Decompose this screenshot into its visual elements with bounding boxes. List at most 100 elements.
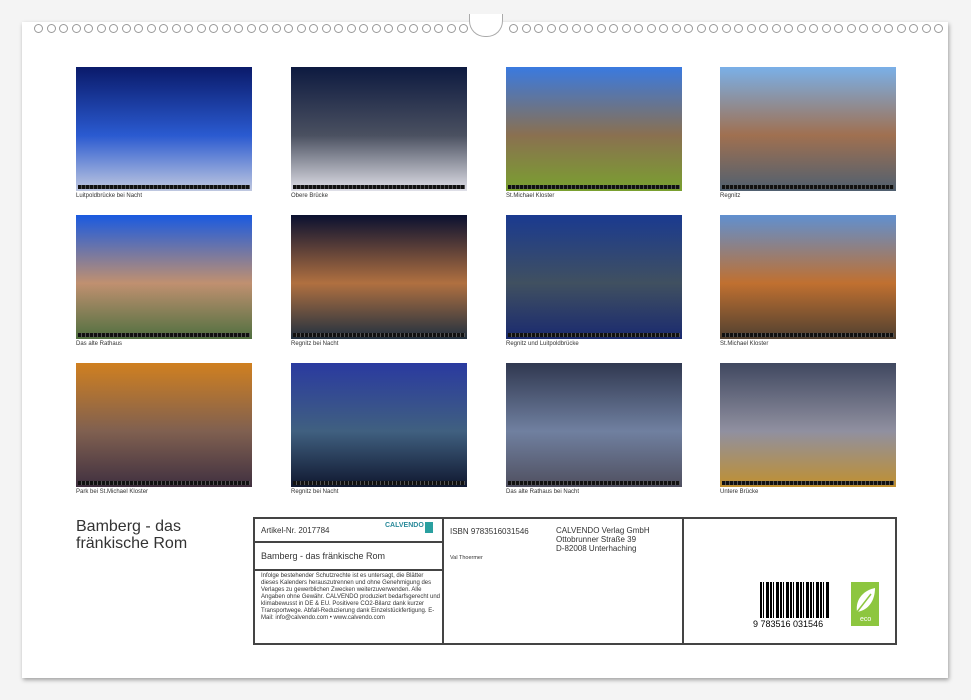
calendar-photo [720,215,896,339]
binding-hole [934,24,943,33]
legal-notice: Infolge bestehender Schutzrechte ist es … [261,573,441,622]
calendar-title: Bamberg - das fränkische Rom [76,518,226,552]
binding-hole [522,24,531,33]
binding-hole [834,24,843,33]
binding-hole [247,24,256,33]
date-strip [508,481,680,485]
photo-caption: Luitpoldbrücke bei Nacht [76,193,142,199]
calendar-photo [506,363,682,487]
binding-hole [734,24,743,33]
calvendo-logo: CALVENDO [385,522,424,529]
date-strip [78,333,250,337]
photo-caption: Regnitz und Luitpoldbrücke [506,341,579,347]
binding-hole [459,24,468,33]
article-number: Artikel-Nr. 2017784 [261,526,329,535]
binding-hole [409,24,418,33]
binding-hole [922,24,931,33]
binding-hole [97,24,106,33]
binding-hole [597,24,606,33]
date-strip [78,481,250,485]
binding-hole [722,24,731,33]
binding-hole [572,24,581,33]
date-strip [293,481,465,485]
binding-hole [797,24,806,33]
binding-hole [84,24,93,33]
binding-hole [109,24,118,33]
publisher-street: Ottobrunner Straße 39 [556,535,636,544]
binding-hole [772,24,781,33]
binding-hole [609,24,618,33]
photo-caption: Untere Brücke [720,489,758,495]
binding-hole [384,24,393,33]
date-strip [722,185,894,189]
calendar-photo [76,67,252,191]
date-strip [722,481,894,485]
isbn: ISBN 9783516031546 [450,527,529,536]
publisher-name: CALVENDO Verlag GmbH [556,526,650,535]
binding-hole [747,24,756,33]
calvendo-logo-mark [425,522,433,533]
product-title: Bamberg - das fränkische Rom [261,551,385,561]
binding-hole [809,24,818,33]
eco-leaf-icon: eco [851,582,879,626]
binding-hole [434,24,443,33]
binding-rings [0,0,971,40]
binding-hole [559,24,568,33]
binding-hole [209,24,218,33]
date-strip [293,333,465,337]
binding-hole [222,24,231,33]
calendar-photo [720,67,896,191]
binding-hole [447,24,456,33]
binding-hole [897,24,906,33]
photo-caption: Regnitz [720,193,740,199]
binding-hole [334,24,343,33]
binding-hole [172,24,181,33]
binding-hole [72,24,81,33]
calendar-photo [291,67,467,191]
photo-caption: Park bei St.Michael Kloster [76,489,148,495]
date-strip [508,185,680,189]
binding-hole [134,24,143,33]
binding-hole [372,24,381,33]
binding-hole [759,24,768,33]
binding-hole [859,24,868,33]
binding-hole [709,24,718,33]
eco-label: eco [860,616,871,623]
photo-caption: Regnitz bei Nacht [291,489,338,495]
title-row: Bamberg - das fränkische Rom [255,543,442,571]
binding-hole [884,24,893,33]
info-middle-column: ISBN 9783516031546 Val Thoermer CALVENDO… [444,519,684,643]
calendar-photo [291,215,467,339]
binding-hole [47,24,56,33]
isbn-barcode [760,582,830,618]
binding-hole [259,24,268,33]
calendar-photo [506,67,682,191]
binding-hole [784,24,793,33]
binding-hole [622,24,631,33]
binding-hole [272,24,281,33]
date-strip [293,185,465,189]
binding-hole [34,24,43,33]
photo-caption: St.Michael Kloster [720,341,768,347]
binding-hole [397,24,406,33]
calendar-photo [76,215,252,339]
binding-hole [634,24,643,33]
binding-hole [847,24,856,33]
photo-caption: Obere Brücke [291,193,328,199]
calendar-photo [506,215,682,339]
binding-hole [822,24,831,33]
binding-hole [122,24,131,33]
binding-hole [584,24,593,33]
binding-hole [509,24,518,33]
binding-hole [672,24,681,33]
binding-hole [697,24,706,33]
binding-hole [147,24,156,33]
binding-hole [322,24,331,33]
publisher-city: D-82008 Unterhaching [556,544,637,553]
photo-caption: Regnitz bei Nacht [291,341,338,347]
calendar-photo [76,363,252,487]
binding-hole [347,24,356,33]
date-strip [508,333,680,337]
binding-hole [309,24,318,33]
calendar-photo [291,363,467,487]
